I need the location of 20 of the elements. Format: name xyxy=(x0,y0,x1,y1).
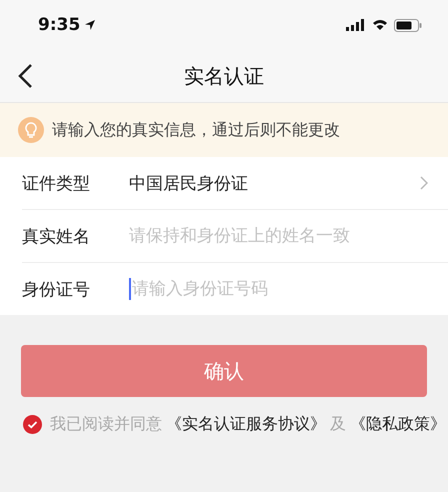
input-field[interactable]: 请输入身份证号码 xyxy=(132,274,448,304)
id-type-select[interactable]: 中国居民身份证 xyxy=(129,157,448,209)
agreement-text: 及 xyxy=(330,414,346,435)
page-title: 实名认证 xyxy=(183,62,265,90)
wifi-icon xyxy=(372,19,388,31)
field-label: 身份证号 xyxy=(22,278,91,300)
chevron-right-icon xyxy=(420,176,428,190)
input-field[interactable]: 请保持和身份证上的姓名一致 xyxy=(129,221,448,251)
notice-text: 请输入您的真实信息，通过后则不能更改 xyxy=(52,120,340,140)
agreement-text: 我已阅读并同意 xyxy=(50,414,162,435)
checkbox[interactable] xyxy=(23,415,42,434)
field-label: 证件类型 xyxy=(22,172,91,194)
location-arrow-icon xyxy=(84,19,96,31)
field-label: 真实姓名 xyxy=(22,226,91,248)
signal-icon xyxy=(346,19,366,31)
agreement-link[interactable]: 《隐私政策》 xyxy=(350,414,446,435)
battery-icon xyxy=(394,18,422,32)
lightbulb-icon xyxy=(18,117,44,143)
agreement-link[interactable]: 《实名认证服务协议》 xyxy=(166,414,326,435)
status-time: 9:35 xyxy=(38,15,80,35)
